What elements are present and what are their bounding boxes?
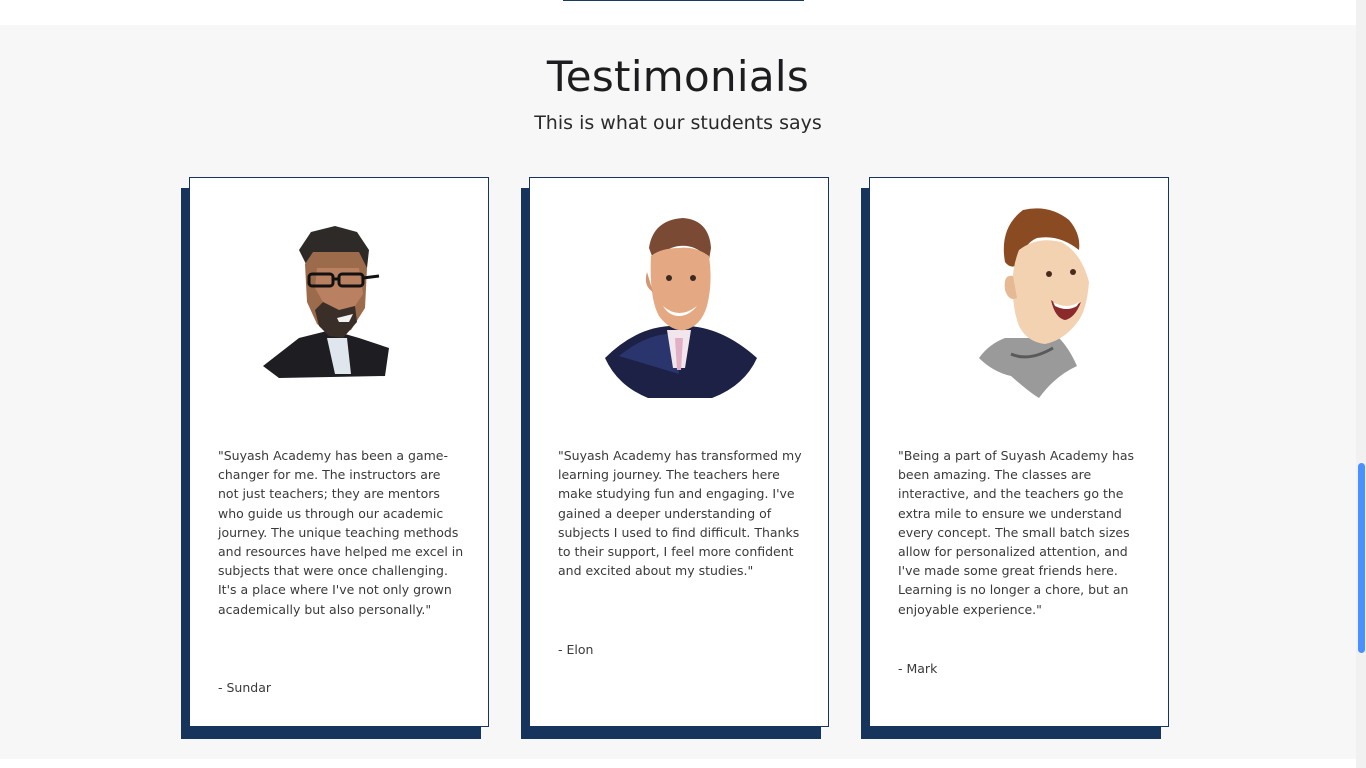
section-subtitle: This is what our students says [534, 112, 822, 134]
page-scrollbar-thumb[interactable] [1358, 463, 1365, 653]
testimonial-card: "Suyash Academy has been a game-changer … [189, 177, 489, 727]
testimonial-card: "Suyash Academy has transformed my learn… [529, 177, 829, 727]
testimonial-card: "Being a part of Suyash Academy has been… [869, 177, 1169, 727]
testimonial-quote: "Suyash Academy has been a game-changer … [218, 448, 464, 617]
next-section-edge [0, 759, 1356, 768]
testimonial-author: - Sundar [218, 680, 271, 695]
student-portrait-sundar-icon [263, 226, 389, 378]
testimonial-author: - Elon [558, 642, 594, 657]
student-portrait-mark-icon [979, 208, 1089, 398]
previous-section-edge [0, 0, 1356, 25]
testimonial-author: - Mark [898, 661, 938, 676]
testimonial-card-mark: "Being a part of Suyash Academy has been… [861, 177, 1169, 739]
testimonial-card-sundar: "Suyash Academy has been a game-changer … [181, 177, 489, 739]
section-title: Testimonials [546, 52, 810, 101]
testimonial-quote: "Being a part of Suyash Academy has been… [898, 448, 1135, 617]
student-portrait-elon-icon [605, 218, 757, 398]
previous-section-accent-bar [563, 0, 804, 1]
avatar [579, 198, 779, 398]
avatar [919, 198, 1119, 398]
page: Testimonials This is what our students s… [0, 0, 1366, 768]
avatar [239, 198, 439, 398]
testimonial-card-elon: "Suyash Academy has transformed my learn… [521, 177, 829, 739]
testimonial-quote: "Suyash Academy has transformed my learn… [558, 448, 802, 579]
